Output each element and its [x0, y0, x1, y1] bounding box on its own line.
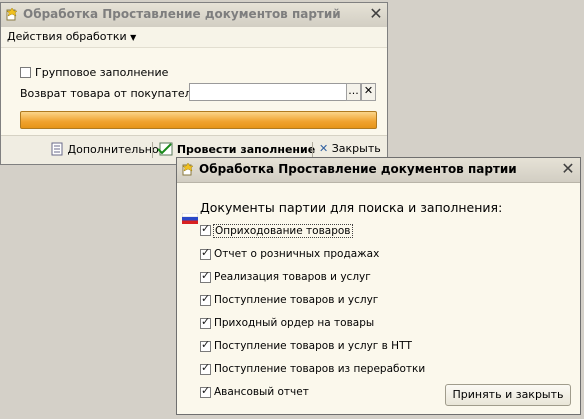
close-label: Закрыть	[331, 142, 381, 155]
processing-icon	[182, 163, 194, 176]
title-bar[interactable]: Обработка Проставление документов партий…	[1, 3, 387, 28]
item-label: Авансовый отчет	[214, 386, 309, 398]
title-bar[interactable]: Обработка Проставление документов партии…	[177, 158, 580, 183]
processing-window-main: Обработка Проставление документов партий…	[0, 2, 388, 165]
document-icon	[51, 142, 63, 156]
item-label: Поступление товаров и услуг в НТТ	[214, 340, 412, 352]
actions-menu[interactable]: Действия обработки ▼	[7, 30, 136, 43]
separator	[152, 142, 153, 158]
return-document-field[interactable]	[189, 83, 347, 101]
item-checkbox[interactable]	[200, 338, 211, 352]
item-checkbox[interactable]	[200, 361, 211, 375]
actions-menu-label: Действия обработки	[7, 30, 127, 43]
close-icon[interactable]: ✕	[560, 161, 576, 177]
return-label: Возврат товара от покупателя:	[20, 87, 202, 100]
run-fill-label: Провести заполнение	[176, 143, 316, 156]
item-checkbox[interactable]	[200, 384, 211, 398]
select-button[interactable]: ...	[346, 83, 361, 101]
close-button[interactable]: ✕ Закрыть	[319, 142, 381, 155]
menu-bar: Действия обработки ▼	[1, 27, 387, 48]
item-label: Оприходование товаров	[213, 224, 353, 238]
item-label: Поступление товаров из переработки	[214, 363, 426, 375]
close-x-icon: ✕	[319, 142, 329, 155]
checkmark-icon	[157, 142, 173, 156]
additional-button[interactable]: Дополнительно	[51, 142, 159, 156]
russian-flag-icon	[182, 213, 198, 224]
item-label: Поступление товаров и услуг	[214, 294, 379, 306]
close-icon[interactable]: ✕	[368, 6, 384, 22]
item-label: Отчет о розничных продажах	[214, 248, 380, 260]
separator	[312, 142, 313, 158]
group-fill-label: Групповое заполнение	[35, 66, 169, 79]
processing-icon	[6, 8, 18, 21]
window-title: Обработка Проставление документов партий	[23, 7, 341, 21]
item-checkbox[interactable]	[200, 269, 211, 283]
chevron-down-icon: ▼	[130, 33, 137, 42]
run-fill-button[interactable]: Провести заполнение	[157, 142, 315, 156]
additional-label: Дополнительно	[67, 143, 159, 156]
processing-window-docs: Обработка Проставление документов партии…	[176, 157, 581, 415]
item-checkbox[interactable]	[200, 246, 211, 260]
accept-and-close-button[interactable]: Принять и закрыть	[445, 384, 571, 406]
item-checkbox[interactable]	[200, 315, 211, 329]
item-label: Реализация товаров и услуг	[214, 271, 371, 283]
progress-bar	[20, 111, 377, 129]
group-fill-checkbox[interactable]	[20, 67, 31, 78]
item-checkbox[interactable]	[200, 292, 211, 306]
documents-heading: Документы партии для поиска и заполнения…	[200, 200, 503, 215]
item-checkbox[interactable]	[200, 222, 211, 236]
item-label: Приходный ордер на товары	[214, 317, 375, 329]
window-title: Обработка Проставление документов партии	[199, 162, 517, 176]
clear-button[interactable]: ✕	[361, 83, 376, 101]
